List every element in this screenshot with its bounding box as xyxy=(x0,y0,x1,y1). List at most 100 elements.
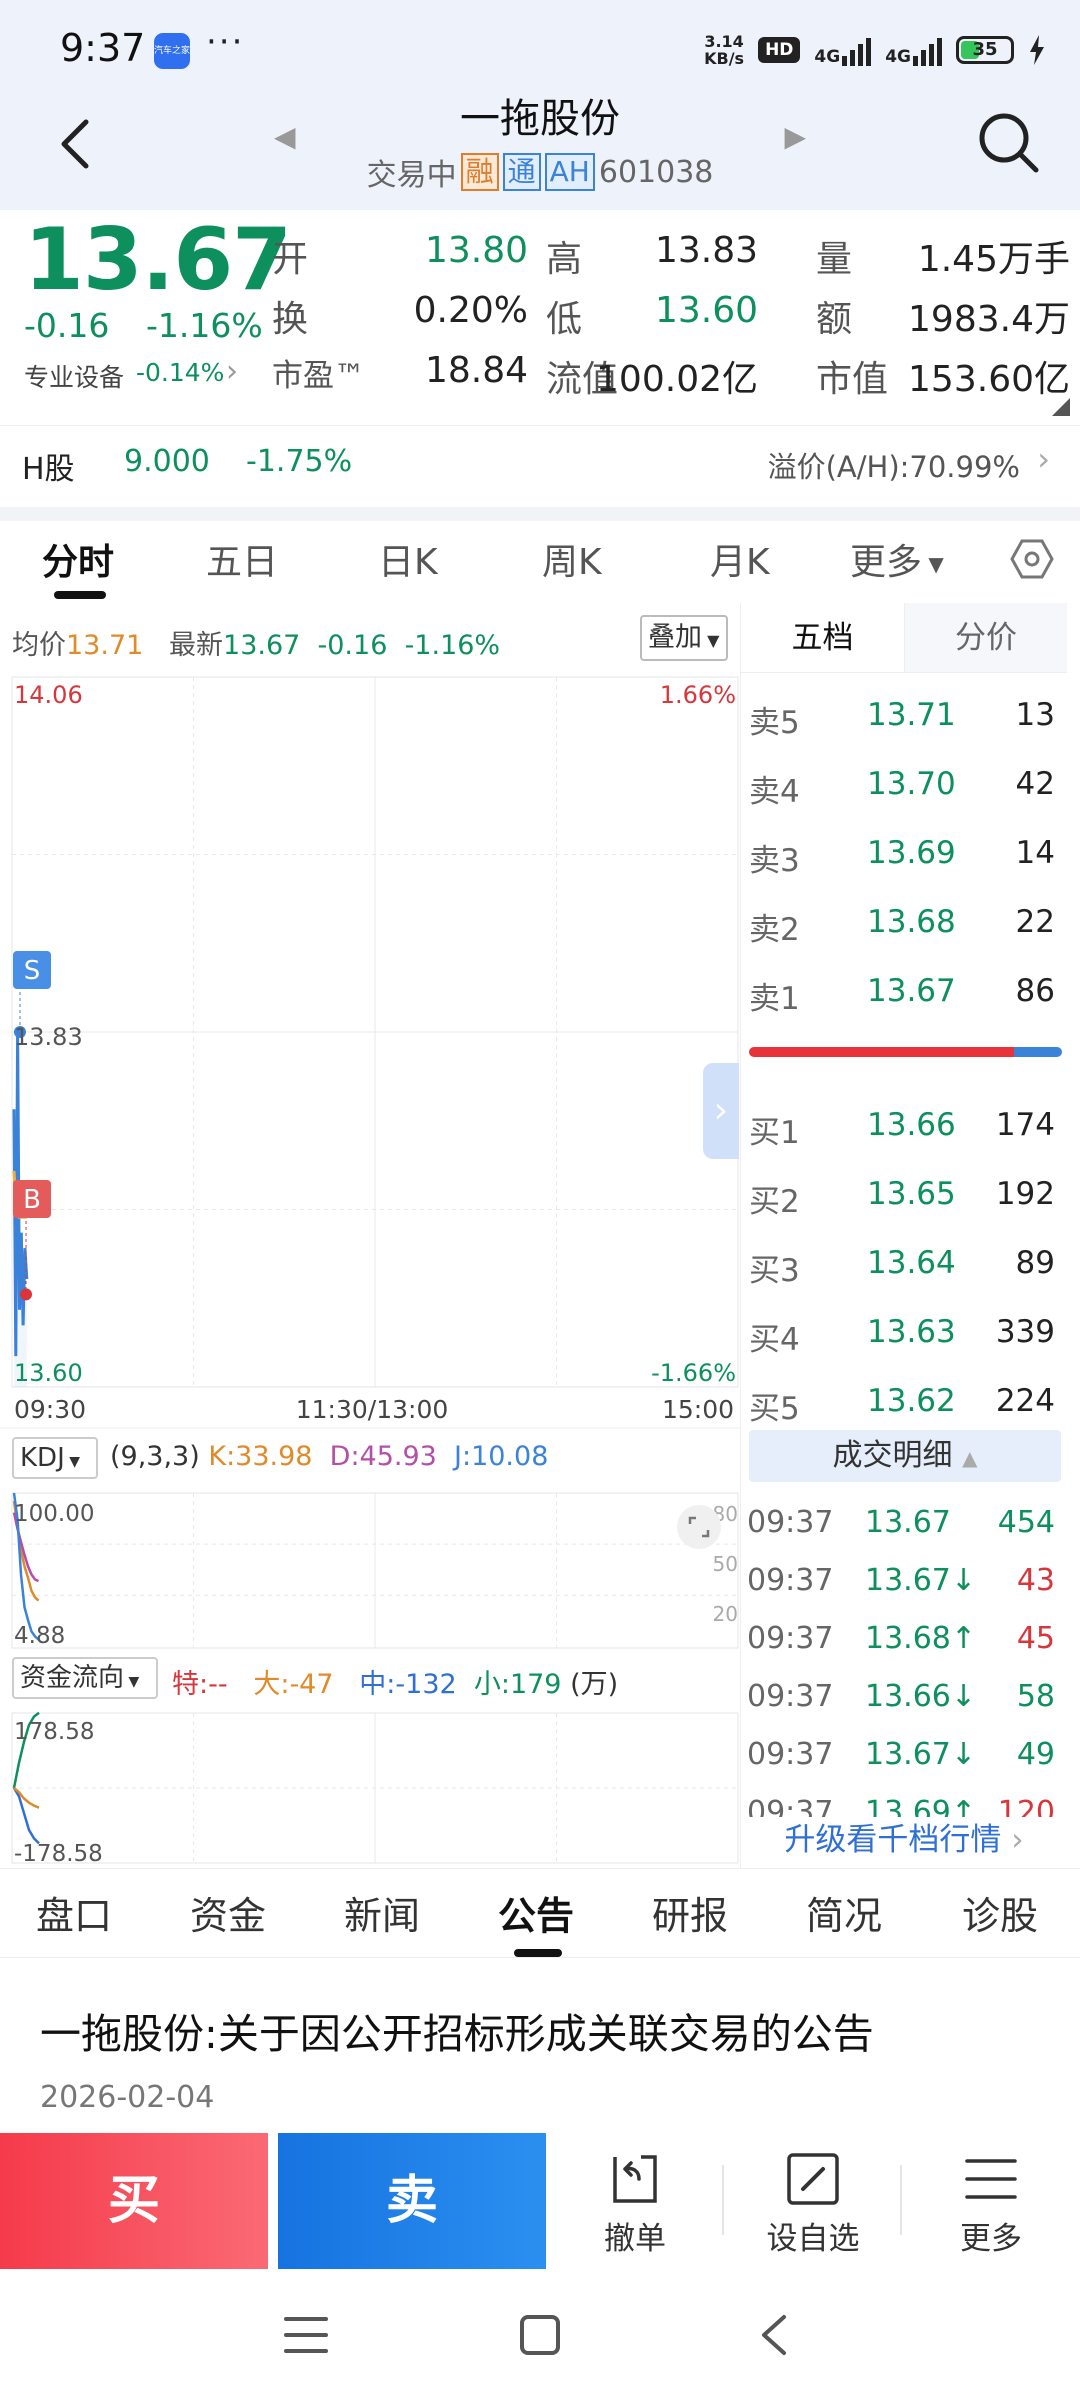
tab-announcements[interactable]: 公告 xyxy=(498,1885,574,1940)
latest-change-pct: -1.16% xyxy=(404,630,501,661)
latest-value: 13.67 xyxy=(223,630,301,661)
charging-icon xyxy=(1030,35,1044,65)
search-icon[interactable] xyxy=(974,108,1044,178)
tab-profile[interactable]: 简况 xyxy=(806,1885,882,1940)
tab-weekly-k[interactable]: 周K xyxy=(542,533,602,585)
trade-volume: 49 xyxy=(1016,1737,1055,1772)
ask-price: 13.68 xyxy=(867,904,956,940)
flow-series-line xyxy=(12,1787,40,1845)
app-notification-icon: 汽车之家 xyxy=(154,33,190,69)
tab-intraday[interactable]: 分时 xyxy=(42,533,114,585)
indicator-dropdown[interactable]: KDJ ▼ xyxy=(12,1437,98,1479)
overlay-dropdown[interactable]: 叠加 ▼ xyxy=(640,615,728,661)
quote-label: 市盈™ xyxy=(272,358,365,394)
ask-row[interactable]: 卖3 13.69 14 xyxy=(741,825,1067,885)
trade-time: 09:37 xyxy=(747,1563,834,1598)
trade-detail-header[interactable]: 成交明细 ▲ xyxy=(749,1430,1061,1482)
kdj-d: D:45.93 xyxy=(329,1441,437,1472)
bid-row[interactable]: 买4 13.63 339 xyxy=(741,1304,1067,1364)
trade-time: 09:37 xyxy=(747,1621,834,1656)
sell-button[interactable]: 卖 xyxy=(278,2133,546,2269)
ask-row[interactable]: 卖2 13.68 22 xyxy=(741,894,1067,954)
tab-diagnosis[interactable]: 诊股 xyxy=(962,1885,1038,1940)
quote-value: 0.20% xyxy=(413,290,528,331)
trade-volume: 454 xyxy=(997,1505,1055,1540)
ah-premium: 溢价(A/H):70.99% xyxy=(767,450,1020,484)
sell-marker-label: S xyxy=(24,956,41,986)
more-notifications-icon: ··· xyxy=(206,22,245,62)
upgrade-level2-link[interactable]: 升级看千档行情 › xyxy=(741,1815,1067,1865)
quote-label: 低 xyxy=(546,299,583,340)
bid-qty: 224 xyxy=(995,1383,1055,1419)
tab-more[interactable]: 更多 ▼ xyxy=(850,533,944,585)
quote-label: 开 xyxy=(272,239,309,280)
signal-1-icon: 4G xyxy=(814,34,872,66)
add-watchlist-button[interactable]: 设自选 xyxy=(724,2133,902,2269)
x-axis-label: 15:00 xyxy=(662,1395,734,1424)
trade-row: 09:37 13.67↓ 49 xyxy=(741,1729,1067,1787)
more-button[interactable]: 更多 xyxy=(902,2133,1080,2269)
trade-row: 09:37 13.66↓ 58 xyxy=(741,1671,1067,1729)
cancel-order-button[interactable]: 撤单 xyxy=(546,2133,724,2269)
ask-row[interactable]: 卖5 13.71 13 xyxy=(741,687,1067,747)
price-change: -0.16 xyxy=(24,306,110,345)
ah-tag: AH xyxy=(544,153,595,191)
collapse-panel-handle[interactable]: › xyxy=(703,1063,739,1159)
chevron-right-icon[interactable]: › xyxy=(1037,440,1050,478)
stock-subtitle: 交易中 融 通 AH 601038 xyxy=(0,150,1080,194)
bid-row[interactable]: 买2 13.65 192 xyxy=(741,1166,1067,1226)
bid-price: 13.64 xyxy=(867,1245,956,1281)
bid-qty: 89 xyxy=(1015,1245,1055,1281)
tab-funds[interactable]: 资金 xyxy=(190,1885,266,1940)
flow-top-label: 178.58 xyxy=(14,1719,94,1745)
announcement-item[interactable]: 一拖股份:关于因公开招标形成关联交易的公告 2026-02-04 xyxy=(0,1958,1080,2133)
industry-change[interactable]: -0.14% xyxy=(136,358,224,387)
trading-status: 交易中 xyxy=(366,158,457,193)
price-chart: S B 14.06 13.83 13.60 1.66% -1.66% 09:30 11:30/1… xyxy=(11,676,739,1424)
bid-row[interactable]: 买1 13.66 174 xyxy=(741,1097,1067,1157)
ask-row[interactable]: 卖1 13.67 86 xyxy=(741,963,1067,1023)
quote-value: 13.60 xyxy=(654,290,758,331)
industry-label[interactable]: 专业设备 xyxy=(24,358,124,394)
bid-qty: 192 xyxy=(995,1176,1055,1212)
fund-flow-dropdown[interactable]: 资金流向 ▼ xyxy=(12,1657,158,1699)
tab-pankou[interactable]: 盘口 xyxy=(36,1885,112,1940)
tab-daily-k[interactable]: 日K xyxy=(378,533,438,585)
chevron-right-icon[interactable]: › xyxy=(226,354,238,389)
quote-label: 换 xyxy=(272,299,309,340)
signal-2-icon: 4G xyxy=(885,34,942,66)
pct-bottom-label: -1.66% xyxy=(651,1359,736,1387)
kdj-k: K:33.98 xyxy=(208,1441,313,1472)
bid-qty: 339 xyxy=(995,1314,1055,1350)
h-share-bar[interactable]: H股 9.000 -1.75% 溢价(A/H):70.99% › xyxy=(0,425,1080,507)
home-icon[interactable] xyxy=(518,2313,562,2357)
announcement-date: 2026-02-04 xyxy=(40,2080,215,2115)
buy-button[interactable]: 买 xyxy=(0,2133,268,2269)
recent-apps-icon[interactable] xyxy=(284,2315,328,2355)
expand-icon[interactable] xyxy=(676,1504,722,1550)
tab-research[interactable]: 研报 xyxy=(652,1885,728,1940)
system-back-icon[interactable] xyxy=(756,2313,792,2357)
x-axis-label: 09:30 xyxy=(14,1395,86,1424)
tab-five-levels[interactable]: 五档 xyxy=(741,603,904,673)
ask-price: 13.69 xyxy=(867,835,956,871)
h-share-change: -1.75% xyxy=(246,444,353,479)
quote-value: 1983.4万 xyxy=(908,299,1070,340)
ask-row[interactable]: 卖4 13.70 42 xyxy=(741,756,1067,816)
buy-marker-label: B xyxy=(23,1185,41,1215)
x-axis-label: 11:30/13:00 xyxy=(296,1395,449,1424)
tab-monthly-k[interactable]: 月K xyxy=(710,533,770,585)
tab-news[interactable]: 新闻 xyxy=(344,1885,420,1940)
chart-info-line: 均价13.71 最新13.67 -0.16 -1.16% 叠加 ▼ xyxy=(0,603,740,673)
tab-five-day[interactable]: 五日 xyxy=(206,533,278,585)
connect-tag: 通 xyxy=(502,153,541,191)
ask-qty: 13 xyxy=(1015,697,1055,733)
bid-row[interactable]: 买5 13.62 224 xyxy=(741,1373,1067,1433)
bid-row[interactable]: 买3 13.64 89 xyxy=(741,1235,1067,1295)
edit-icon xyxy=(787,2153,839,2205)
announcement-title[interactable]: 一拖股份:关于因公开招标形成关联交易的公告 xyxy=(40,2000,874,2060)
tab-price-distribution[interactable]: 分价 xyxy=(904,603,1067,673)
settings-hexagon-icon[interactable] xyxy=(1008,535,1056,583)
quote-value: 13.83 xyxy=(654,230,758,271)
next-stock-icon[interactable]: ▶ xyxy=(784,120,806,153)
